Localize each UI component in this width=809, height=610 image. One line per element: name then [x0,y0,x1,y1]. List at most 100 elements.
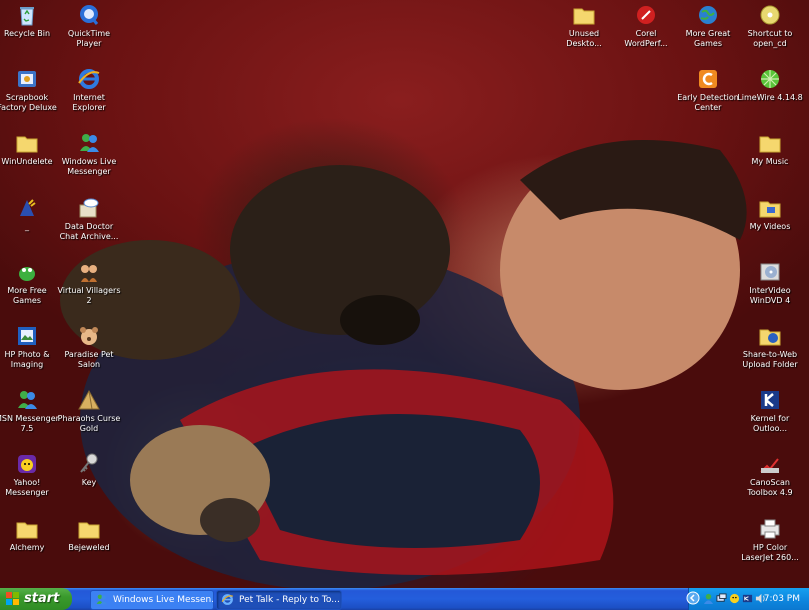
desktop-icon-yahoo-messenger[interactable]: Yahoo! Messenger [0,452,60,498]
desktop-icon-label: Virtual Villagers 2 [57,286,121,305]
yahoo-icon [18,455,36,473]
desktop-icon-share-to-web[interactable]: Share-to-Web Upload Folder [737,324,803,370]
scrapbook-icon [18,71,36,87]
desktop-icon-scrapbook[interactable]: Scrapbook Factory Deluxe [0,67,60,113]
desktop-icon-label: WinUndelete [1,157,53,166]
quicktime-icon [80,5,99,25]
desktop-icon-hp-laserjet[interactable]: HP Color LaserJet 260... [737,517,803,563]
cd-icon [760,5,780,25]
desktop-icon-label: InterVideo WinDVD 4 [749,286,791,305]
taskbar: start Windows Live Messen... Pet Talk - … [0,588,809,610]
hp-photo-icon [18,327,36,345]
folder-icon [16,522,38,539]
desktop-icon-label: HP Photo & Imaging [4,350,50,369]
messenger-icon [80,134,99,152]
messenger-icon [96,594,107,605]
desktop-icon-label: QuickTime Player [67,29,111,48]
desktop-icon-quicktime[interactable]: QuickTime Player [56,3,122,49]
desktop-icon-label: Paradise Pet Salon [64,350,114,369]
taskbar-button-messenger[interactable]: Windows Live Messen... [90,590,214,610]
detection-icon [699,70,717,88]
taskbar-button-pet-talk[interactable]: Pet Talk - Reply to To... [216,590,342,610]
desktop-icon-early-detection[interactable]: Early Detection Center [675,67,741,113]
desktop-icon-underscore[interactable]: _ [0,196,60,232]
desktop-icon-my-music[interactable]: My Music [737,131,803,167]
limewire-icon [761,70,779,88]
desktop-icon-bejeweled[interactable]: Bejeweled [56,517,122,553]
desktop-icon-msn[interactable]: MSN Messenger 7.5 [0,388,60,434]
desktop-icon-more-great-games[interactable]: More Great Games [675,3,741,49]
chat-archive-icon [79,198,99,218]
key-icon [80,453,98,473]
desktop-icon-label: _ [25,222,29,231]
corel-icon [637,6,655,24]
tray-expand-icon[interactable] [686,591,700,605]
app-icon [20,199,36,216]
pyramid-icon [78,389,100,410]
desktop-icon-internet-explorer[interactable]: Internet Explorer [56,67,122,113]
folder-icon [573,8,595,25]
internet-explorer-icon [78,69,100,89]
desktop-icon-label: Recycle Bin [3,29,51,38]
msn-icon [18,391,37,409]
printer-icon [760,519,780,539]
tray-network-icon[interactable] [716,593,727,604]
desktop-icon-my-videos[interactable]: My Videos [737,196,803,232]
desktop-icon-label: Bejeweled [68,543,110,552]
desktop-icon-label: Pharaohs Curse Gold [57,414,121,433]
system-tray: 7:03 PM [686,588,809,610]
desktop-icon-open-cd[interactable]: Shortcut to open_cd [737,3,803,49]
desktop-icon-data-doctor[interactable]: Data Doctor Chat Archive... [56,196,122,242]
desktop-icon-windows-live-messenger[interactable]: Windows Live Messenger [56,131,122,177]
desktop-icon-label: Alchemy [9,543,45,552]
start-label: start [24,591,60,606]
desktop-icon-hp-photo[interactable]: HP Photo & Imaging [0,324,60,370]
desktop-icon-virtual-villagers[interactable]: Virtual Villagers 2 [56,260,122,306]
desktop-icon-paradise-pet[interactable]: Paradise Pet Salon [56,324,122,370]
folder-icon [78,522,100,539]
desktop-icon-corel[interactable]: Corel WordPerf... [613,3,679,49]
desktop-icon-key[interactable]: Key [56,452,122,488]
desktop-icon-label: Kernel for Outloo... [750,414,790,433]
desktop-icon-unused-desktop[interactable]: Unused Deskto... [551,3,617,49]
desktop-icon-label: Data Doctor Chat Archive... [59,222,119,241]
kernel-icon [761,391,779,409]
desktop-icon-label: LimeWire 4.14.8 [737,93,803,102]
taskbar-button-label: Pet Talk - Reply to To... [239,595,340,605]
desktop-icon-label: MSN Messenger 7.5 [0,414,59,433]
start-button[interactable]: start [0,588,72,610]
desktop-icon-pharaohs-curse[interactable]: Pharaohs Curse Gold [56,388,122,434]
desktop-icon-label: More Free Games [7,286,47,305]
villagers-icon [81,265,97,282]
folder-icon [759,136,781,153]
desktop-icon-winundelete[interactable]: WinUndelete [0,131,60,167]
folder-icon [759,201,781,218]
desktop-icon-label: Early Detection Center [677,93,739,112]
pet-salon-icon [80,327,98,345]
desktop-icon-kernel-outlook[interactable]: Kernel for Outloo... [737,388,803,434]
desktop-icon-label: Shortcut to open_cd [747,29,793,48]
taskbar-button-label: Windows Live Messen... [113,595,214,605]
desktop-icon-label: My Music [751,157,789,166]
dvd-icon [760,263,780,281]
internet-explorer-icon [221,594,234,605]
desktop-icon-label: More Great Games [685,29,731,48]
desktop-icon-label: Windows Live Messenger [61,157,117,176]
desktop-icon-more-free-games[interactable]: More Free Games [0,260,60,306]
desktop-icon-recycle-bin[interactable]: Recycle Bin [0,3,60,39]
desktop-icon-alchemy[interactable]: Alchemy [0,517,60,553]
tray-yahoo-icon[interactable] [729,593,740,604]
folder-icon [16,136,38,153]
desktop-icon-label: Scrapbook Factory Deluxe [0,93,57,112]
hp-share-icon [759,329,781,346]
recycle-bin-icon [20,7,34,26]
tray-security-icon[interactable] [742,593,753,604]
desktop-icon-label: HP Color LaserJet 260... [741,543,799,562]
desktop-icon-label: My Videos [749,222,791,231]
tray-messenger-icon[interactable] [703,593,714,604]
taskbar-clock[interactable]: 7:03 PM [764,588,800,610]
desktop-icon-windvd[interactable]: InterVideo WinDVD 4 [737,260,803,306]
desktop-icon-label: Key [81,478,97,487]
desktop-icon-limewire[interactable]: LimeWire 4.14.8 [737,67,803,103]
desktop-icon-canoscan[interactable]: CanoScan Toolbox 4.9 [737,452,803,498]
